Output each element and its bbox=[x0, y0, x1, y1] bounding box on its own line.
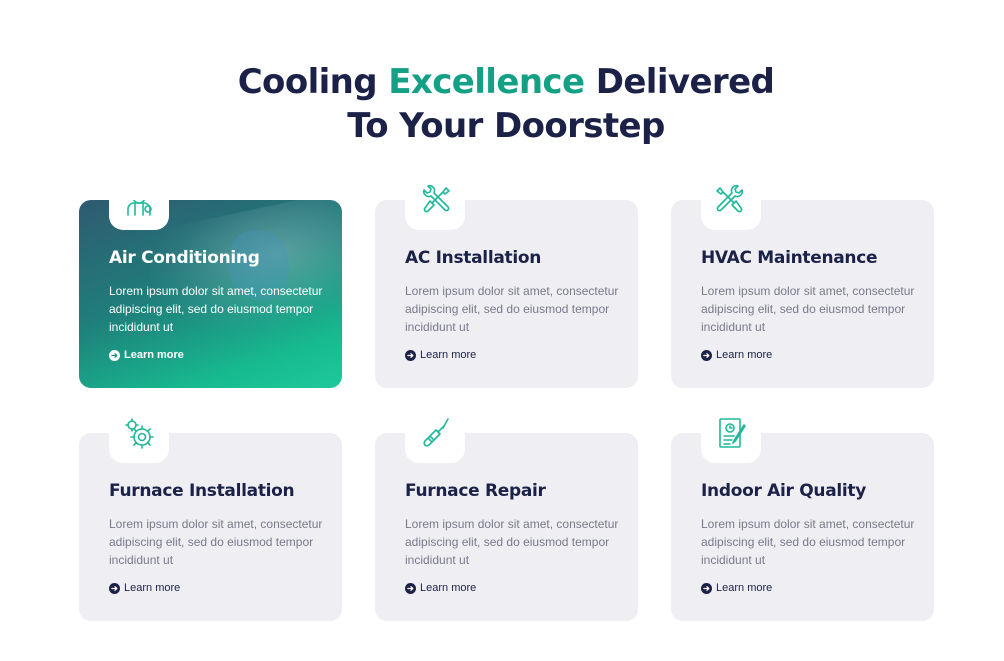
section-heading: Cooling Excellence Delivered To Your Doo… bbox=[0, 60, 1004, 148]
card-description: Lorem ipsum dolor sit amet, consectetur … bbox=[109, 284, 323, 334]
learn-more-link[interactable]: ➔ Learn more bbox=[405, 582, 476, 594]
service-card-ac-installation[interactable]: AC Installation Lorem ipsum dolor sit am… bbox=[375, 182, 638, 388]
wrench-screwdriver-icon bbox=[716, 184, 744, 213]
learn-more-label: Learn more bbox=[716, 349, 773, 361]
arrow-right-circle-icon: ➔ bbox=[109, 349, 120, 361]
card-description: Lorem ipsum dolor sit amet, consectetur … bbox=[405, 284, 619, 334]
learn-more-label: Learn more bbox=[124, 582, 181, 594]
heading-line1: Cooling Excellence Delivered bbox=[238, 62, 775, 102]
service-card-hvac-maintenance[interactable]: HVAC Maintenance Lorem ipsum dolor sit a… bbox=[671, 182, 934, 388]
card-title: Indoor Air Quality bbox=[701, 481, 867, 501]
learn-more-link[interactable]: ➔ Learn more bbox=[701, 582, 772, 594]
icon-tab bbox=[109, 200, 169, 230]
heading-accent-word: Excellence bbox=[388, 62, 585, 102]
service-card-furnace-repair[interactable]: Furnace Repair Lorem ipsum dolor sit ame… bbox=[375, 415, 638, 621]
learn-more-label: Learn more bbox=[716, 582, 773, 594]
card-title: AC Installation bbox=[405, 248, 542, 268]
technician-icon bbox=[127, 200, 152, 216]
card-title: Air Conditioning bbox=[109, 248, 260, 268]
service-card-furnace-installation[interactable]: Furnace Installation Lorem ipsum dolor s… bbox=[79, 415, 342, 621]
card-description: Lorem ipsum dolor sit amet, consectetur … bbox=[701, 517, 915, 567]
heading-word: Cooling bbox=[237, 62, 378, 102]
learn-more-link[interactable]: ➔ Learn more bbox=[109, 349, 184, 361]
heading-word: Delivered bbox=[595, 62, 775, 102]
card-title: Furnace Repair bbox=[405, 481, 546, 501]
learn-more-link[interactable]: ➔ Learn more bbox=[701, 349, 772, 361]
icon-tab bbox=[109, 415, 169, 463]
clipboard-report-icon bbox=[719, 418, 746, 448]
arrow-right-circle-icon: ➔ bbox=[701, 349, 712, 361]
arrow-right-circle-icon: ➔ bbox=[405, 349, 416, 361]
icon-tab bbox=[701, 415, 761, 463]
learn-more-link[interactable]: ➔ Learn more bbox=[405, 349, 476, 361]
learn-more-label: Learn more bbox=[420, 582, 477, 594]
card-title: HVAC Maintenance bbox=[701, 248, 878, 268]
arrow-right-circle-icon: ➔ bbox=[701, 582, 712, 594]
learn-more-link[interactable]: ➔ Learn more bbox=[109, 582, 180, 594]
icon-tab bbox=[405, 415, 465, 463]
service-card-air-conditioning[interactable]: Air Conditioning Lorem ipsum dolor sit a… bbox=[79, 200, 342, 388]
wrench-screwdriver-icon bbox=[422, 184, 450, 213]
card-description: Lorem ipsum dolor sit amet, consectetur … bbox=[109, 517, 323, 567]
screwdriver-icon bbox=[423, 418, 449, 447]
heading-line2: To Your Doorstep bbox=[347, 106, 665, 146]
arrow-right-circle-icon: ➔ bbox=[109, 582, 120, 594]
gears-icon bbox=[125, 418, 154, 449]
learn-more-label: Learn more bbox=[420, 349, 477, 361]
learn-more-label: Learn more bbox=[124, 349, 184, 361]
icon-tab bbox=[701, 182, 761, 230]
icon-tab bbox=[405, 182, 465, 230]
service-card-indoor-air-quality[interactable]: Indoor Air Quality Lorem ipsum dolor sit… bbox=[671, 415, 934, 621]
card-title: Furnace Installation bbox=[109, 481, 295, 501]
arrow-right-circle-icon: ➔ bbox=[405, 582, 416, 594]
card-description: Lorem ipsum dolor sit amet, consectetur … bbox=[701, 284, 915, 334]
card-description: Lorem ipsum dolor sit amet, consectetur … bbox=[405, 517, 619, 567]
